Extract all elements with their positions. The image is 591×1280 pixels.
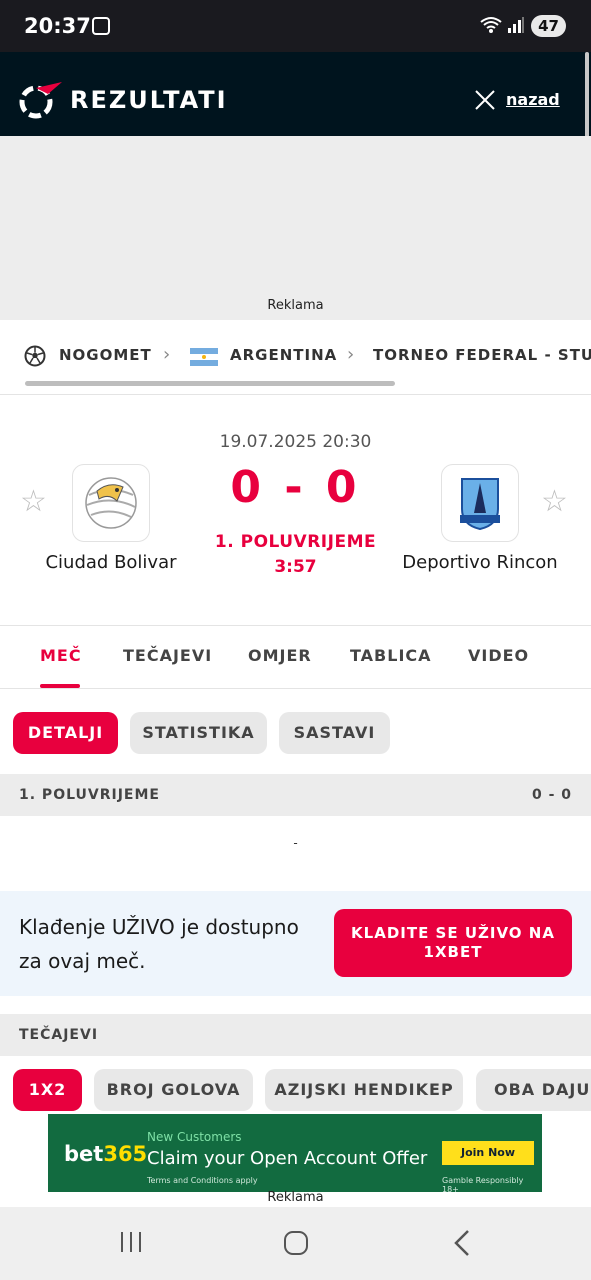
tab-match[interactable]: MEČ — [40, 646, 82, 665]
favorite-home-star-icon[interactable]: ☆ — [20, 484, 47, 519]
subtab-statistics[interactable]: STATISTIKA — [130, 712, 267, 754]
chevron-right-icon: › — [163, 344, 171, 365]
breadcrumb-league[interactable]: TORNEO FEDERAL - STU — [373, 346, 591, 364]
ad-banner-top[interactable]: Reklama — [0, 136, 591, 320]
status-bar: 20:37 47 — [0, 0, 591, 52]
match-tabs: MEČ TEČAJEVI OMJER TABLICA VIDEO — [0, 625, 591, 689]
odds-chip-1x2[interactable]: 1X2 — [13, 1069, 82, 1111]
back-link[interactable]: nazad — [506, 90, 560, 109]
breadcrumb-scrollbar[interactable] — [25, 381, 395, 386]
close-icon[interactable] — [474, 89, 496, 111]
tab-table[interactable]: TABLICA — [350, 646, 432, 665]
recent-apps-icon[interactable] — [118, 1229, 144, 1262]
tab-h2h[interactable]: OMJER — [248, 646, 312, 665]
rezultati-logo-icon — [18, 80, 62, 120]
ad-banner-bottom[interactable]: bet365 New Customers Claim your Open Acc… — [48, 1114, 542, 1192]
live-bet-button[interactable]: KLADITE SE UŽIVO NA 1XBET — [334, 909, 572, 977]
breadcrumb-country[interactable]: ARGENTINA — [230, 346, 337, 364]
system-nav-bar — [0, 1207, 591, 1280]
away-team-logo[interactable] — [441, 464, 519, 542]
chevron-right-icon: › — [347, 344, 355, 365]
ad-terms: Terms and Conditions apply — [147, 1176, 258, 1185]
favorite-away-star-icon[interactable]: ☆ — [541, 484, 568, 519]
home-icon[interactable] — [282, 1229, 310, 1264]
ad-label: Reklama — [267, 298, 324, 313]
breadcrumb: NOGOMET › ARGENTINA › TORNEO FEDERAL - S… — [0, 320, 591, 394]
subtab-details[interactable]: DETALJI — [13, 712, 118, 754]
odds-chip-btts[interactable]: OBA DAJU G — [476, 1069, 591, 1111]
status-time: 20:37 — [24, 14, 91, 38]
argentina-flag-icon — [190, 348, 218, 370]
ad-label: Reklama — [267, 1190, 324, 1205]
active-tab-indicator — [40, 684, 80, 688]
away-team-name[interactable]: Deportivo Rincon — [380, 552, 580, 573]
wifi-icon — [480, 16, 502, 38]
ad-headline: Claim your Open Account Offer — [147, 1148, 428, 1169]
signal-icon — [507, 16, 525, 38]
no-incidents-placeholder: - — [293, 836, 298, 850]
period-label: 1. POLUVRIJEME — [19, 787, 160, 803]
ad-new-customers: New Customers — [147, 1130, 242, 1144]
screenshot-icon — [92, 17, 110, 35]
brand-name: REZULTATI — [70, 86, 228, 114]
ad-join-button[interactable]: Join Now — [442, 1141, 534, 1165]
odds-header: TEČAJEVI — [0, 1014, 591, 1056]
breadcrumb-sport[interactable]: NOGOMET — [59, 346, 152, 364]
live-betting-banner: Klađenje UŽIVO je dostupno za ovaj meč. … — [0, 891, 591, 996]
app-header: REZULTATI nazad — [0, 52, 591, 136]
home-team-logo[interactable] — [72, 464, 150, 542]
home-team-name[interactable]: Ciudad Bolivar — [11, 552, 211, 573]
match-datetime: 19.07.2025 20:30 — [219, 432, 372, 452]
subtab-lineups[interactable]: SASTAVI — [279, 712, 390, 754]
period-header: 1. POLUVRIJEME 0 - 0 — [0, 774, 591, 816]
divider — [0, 394, 591, 395]
odds-chip-goals[interactable]: BROJ GOLOVA — [94, 1069, 253, 1111]
tab-odds[interactable]: TEČAJEVI — [123, 646, 212, 665]
battery-indicator: 47 — [531, 15, 566, 37]
bet365-logo: bet365 — [64, 1142, 148, 1166]
soccer-ball-icon — [24, 345, 46, 371]
period-score: 0 - 0 — [531, 787, 572, 803]
live-betting-text: Klađenje UŽIVO je dostupno za ovaj meč. — [19, 915, 299, 973]
odds-chip-asian-handicap[interactable]: AZIJSKI HENDIKEP — [265, 1069, 463, 1111]
odds-title: TEČAJEVI — [19, 1027, 99, 1043]
tab-video[interactable]: VIDEO — [468, 646, 529, 665]
back-icon[interactable] — [450, 1229, 474, 1264]
